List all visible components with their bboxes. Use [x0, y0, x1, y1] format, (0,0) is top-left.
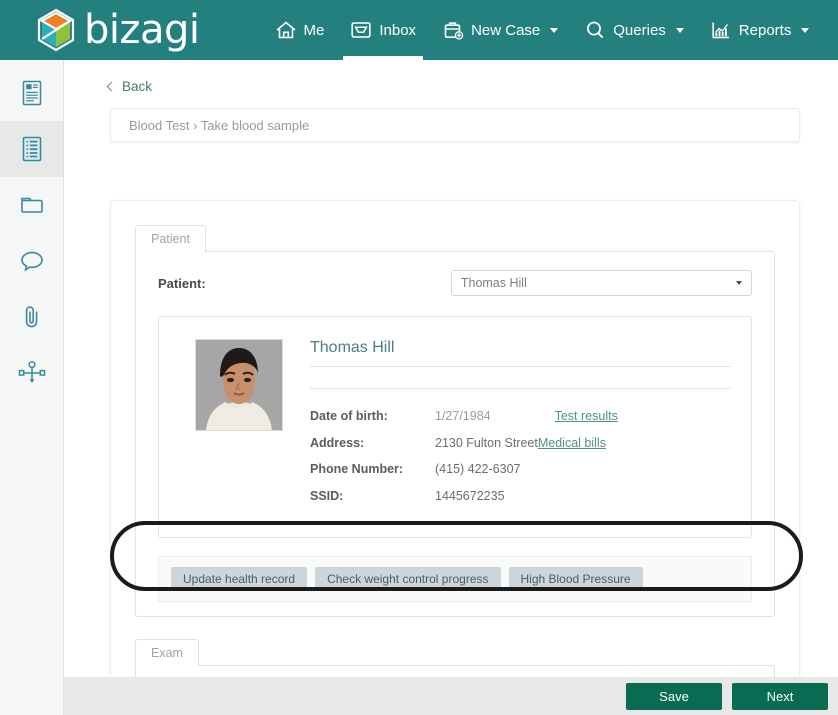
check-weight-control-progress-button[interactable]: Check weight control progress: [315, 567, 501, 591]
left-sidebar: [0, 60, 64, 715]
info-key: SSID:: [310, 488, 344, 503]
inbox-icon: [350, 20, 372, 40]
patient-detail-card: Thomas Hill Date of birth: 1/27/1984 Tes…: [158, 316, 752, 538]
bizagi-hexagon-logo-icon: [36, 8, 76, 52]
main-content: Back Blood Test › Take blood sample Pati…: [64, 60, 838, 715]
chevron-down-icon: [801, 27, 810, 33]
tab-exam[interactable]: Exam: [135, 639, 199, 666]
table-row: Date of birth: 1/27/1984 Test results: [310, 409, 731, 423]
brand-name: bizagi: [84, 7, 200, 53]
patient-select[interactable]: Thomas Hill: [450, 270, 752, 296]
nav-label-me: Me: [303, 21, 325, 39]
save-button[interactable]: Save: [626, 682, 722, 710]
nav-item-reports[interactable]: Reports: [697, 0, 823, 60]
table-row: Address: 2130 Fulton Street Medical bill…: [310, 436, 731, 450]
attachment-clip-icon: [21, 304, 43, 330]
info-value: (415) 422-6307: [435, 462, 521, 476]
tab-patient-label: Patient: [151, 232, 190, 246]
exam-tab-strip: Exam: [135, 639, 799, 666]
nav-label-reports: Reports: [738, 21, 792, 39]
info-key: Phone Number:: [310, 462, 404, 476]
back-link[interactable]: Back: [106, 79, 838, 94]
chevron-down-icon: [550, 27, 559, 33]
divider: [310, 388, 731, 389]
sidebar-item-case-summary[interactable]: [0, 65, 63, 121]
test-results-link[interactable]: Test results: [555, 409, 618, 423]
comments-icon: [19, 249, 45, 273]
sidebar-item-comments[interactable]: [0, 233, 63, 289]
update-health-record-button[interactable]: Update health record: [171, 567, 308, 591]
nav-label-queries: Queries: [613, 21, 666, 39]
breadcrumb: Blood Test › Take blood sample: [110, 108, 800, 142]
top-header-bar: bizagi Me Inbox New Case Queries Reports: [0, 0, 838, 60]
sidebar-item-folder[interactable]: [0, 177, 63, 233]
form-card: Patient Patient: Thomas Hill Thomas Hill…: [110, 200, 800, 715]
nav-item-queries[interactable]: Queries: [571, 0, 697, 60]
table-row: Phone Number: (415) 422-6307: [310, 462, 731, 476]
reports-chart-icon: [710, 20, 732, 40]
case-summary-icon: [21, 80, 43, 106]
table-row: SSID: 1445672235: [310, 489, 731, 503]
info-key: Address:: [310, 435, 365, 450]
sidebar-item-attachments[interactable]: [0, 289, 63, 345]
patient-name: Thomas Hill: [310, 339, 395, 356]
divider: [310, 366, 731, 367]
info-value: 2130 Fulton Street: [435, 435, 538, 450]
activity-list-icon: [21, 136, 43, 162]
info-value: 1/27/1984: [435, 409, 491, 423]
main-navigation: Me Inbox New Case Queries Reports: [262, 0, 823, 60]
patient-field-row: Patient: Thomas Hill: [136, 252, 774, 302]
breadcrumb-text: Blood Test › Take blood sample: [129, 117, 310, 133]
back-label: Back: [122, 79, 153, 94]
search-icon: [584, 20, 606, 40]
high-blood-pressure-button[interactable]: High Blood Pressure: [508, 567, 643, 591]
sidebar-item-process-diagram[interactable]: [0, 345, 63, 401]
tab-patient[interactable]: Patient: [135, 225, 206, 252]
form-footer: Save Next: [64, 677, 838, 715]
patient-panel: Patient: Thomas Hill Thomas Hill Date of…: [135, 251, 775, 617]
info-key: Date of birth:: [310, 409, 388, 423]
folder-icon: [19, 193, 45, 217]
nav-label-inbox: Inbox: [379, 21, 417, 39]
patient-field-label: Patient:: [158, 275, 206, 291]
patient-select-value: Thomas Hill: [460, 276, 527, 290]
medical-bills-link[interactable]: Medical bills: [538, 436, 606, 450]
patient-tab-strip: Patient: [135, 225, 799, 252]
patient-detail-fields: Thomas Hill Date of birth: 1/27/1984 Tes…: [310, 339, 731, 515]
avatar: [195, 339, 283, 431]
home-icon: [275, 20, 297, 40]
new-case-icon: [442, 20, 464, 40]
nav-item-new-case[interactable]: New Case: [429, 0, 571, 60]
patient-info-table: Date of birth: 1/27/1984 Test results Ad…: [310, 409, 731, 503]
patient-actions-strip: Update health record Check weight contro…: [158, 556, 752, 602]
chevron-down-icon: [736, 281, 742, 285]
nav-item-me[interactable]: Me: [262, 0, 338, 60]
process-diagram-icon: [18, 360, 46, 386]
nav-label-new-case: New Case: [471, 21, 541, 39]
chevron-left-icon: [106, 81, 117, 91]
brand-logo[interactable]: bizagi: [36, 7, 200, 53]
chevron-down-icon: [675, 27, 684, 33]
nav-item-inbox[interactable]: Inbox: [337, 0, 429, 60]
sidebar-item-activity-list[interactable]: [0, 121, 63, 177]
tab-exam-label: Exam: [151, 646, 183, 660]
next-button[interactable]: Next: [732, 682, 828, 710]
info-value: 1445672235: [435, 488, 505, 503]
